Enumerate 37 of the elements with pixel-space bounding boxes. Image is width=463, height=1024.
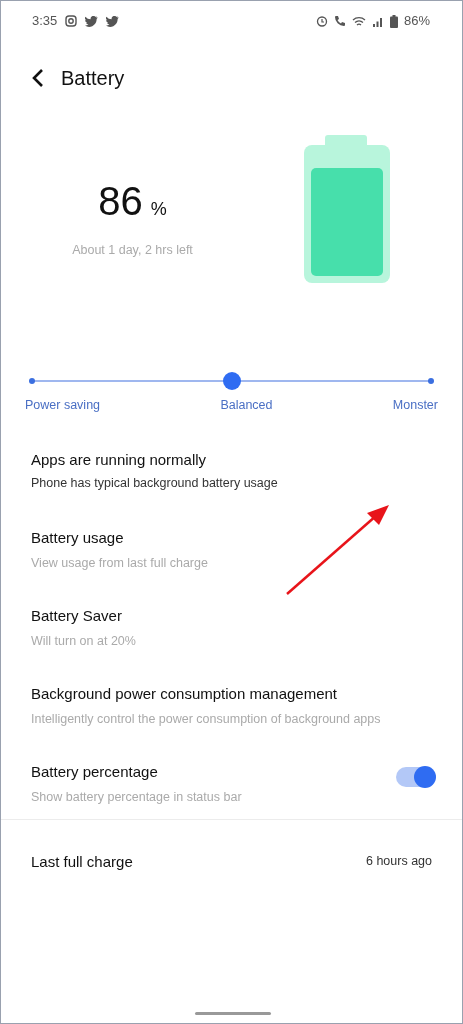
alarm-icon bbox=[315, 15, 328, 27]
item-subtitle: Intelligently control the power consumption of background apps bbox=[31, 711, 381, 729]
settings-item[interactable]: Apps are running normally Phone has typical background battery usage bbox=[1, 432, 462, 511]
slider-thumb[interactable] bbox=[222, 372, 241, 390]
settings-item[interactable]: Background power consumption management Intelligently control the power consumption of background apps bbox=[1, 666, 462, 745]
phone-icon bbox=[333, 15, 346, 27]
signal-icon bbox=[371, 15, 384, 27]
item-subtitle: View usage from last full charge bbox=[31, 555, 208, 573]
battery-level: 86 bbox=[98, 181, 143, 221]
item-title: Battery usage bbox=[31, 527, 125, 548]
slider-stop[interactable] bbox=[428, 378, 434, 384]
item-subtitle: Phone has typical background battery usage bbox=[31, 475, 278, 493]
item-subtitle: Will turn on at 20% bbox=[31, 633, 136, 651]
item-title: Battery Saver bbox=[31, 605, 123, 626]
settings-item[interactable]: Battery usage View usage from last full charge bbox=[1, 510, 462, 589]
item-title: Battery percentage bbox=[31, 761, 159, 782]
mode-label[interactable]: Power saving bbox=[25, 396, 101, 415]
item-value: 6 hours ago bbox=[365, 853, 432, 871]
battery-percent: 86% bbox=[403, 12, 430, 31]
time-remaining: About 1 day, 2 hrs left bbox=[72, 242, 193, 259]
wifi-icon bbox=[351, 15, 366, 27]
item-title: Background power consumption management bbox=[31, 683, 338, 704]
slider-stop[interactable] bbox=[29, 378, 35, 384]
instagram-icon bbox=[65, 15, 78, 27]
item-title: Last full charge bbox=[31, 851, 133, 872]
back-icon[interactable] bbox=[31, 68, 45, 88]
item-subtitle: Show battery percentage in status bar bbox=[31, 789, 242, 807]
mode-label[interactable]: Balanced bbox=[220, 396, 273, 415]
item-title: Apps are running normally bbox=[31, 449, 208, 470]
status-time: 3:35 bbox=[32, 12, 58, 31]
percent-sign: % bbox=[150, 198, 167, 221]
settings-item[interactable]: Battery Saver Will turn on at 20% bbox=[1, 588, 462, 667]
battery-icon bbox=[389, 14, 398, 28]
mode-label[interactable]: Monster bbox=[392, 396, 438, 415]
page-title: Battery bbox=[61, 66, 125, 91]
bird-icon bbox=[106, 15, 120, 27]
bird-icon bbox=[85, 15, 99, 27]
